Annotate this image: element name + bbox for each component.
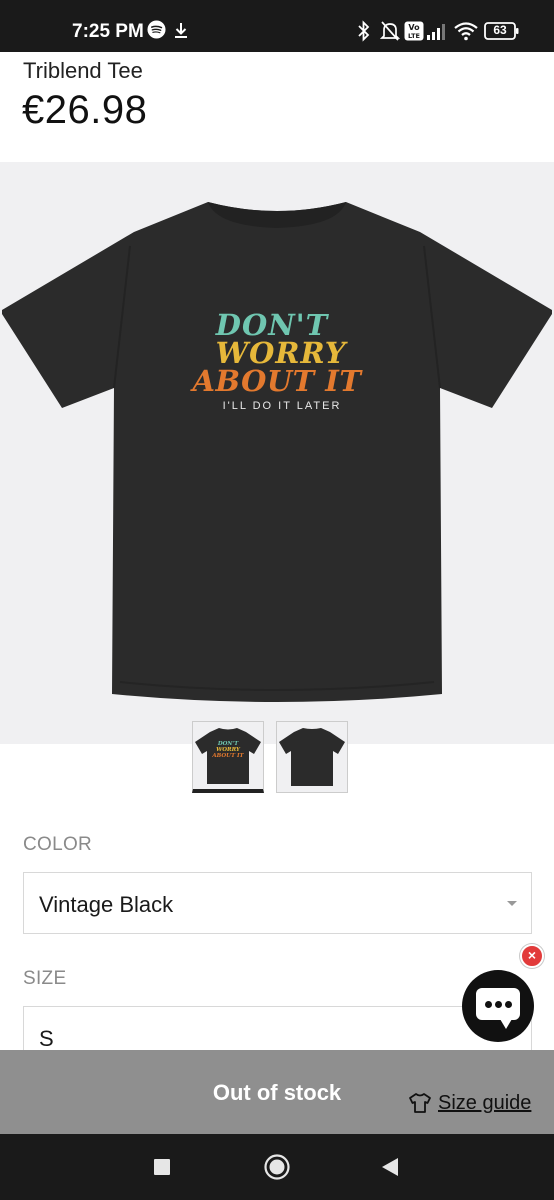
svg-text:Vo: Vo bbox=[408, 23, 420, 32]
print-line-3: ABOUT IT bbox=[192, 364, 362, 398]
color-select[interactable]: Vintage Black bbox=[23, 872, 532, 934]
thumb-print-3: ABOUT IT bbox=[212, 753, 244, 759]
size-select-value: S bbox=[39, 1026, 54, 1051]
signal-icon bbox=[427, 24, 445, 40]
tshirt-back-thumb-icon bbox=[279, 728, 345, 786]
volte-icon: Vo LTE bbox=[404, 21, 424, 41]
spotify-icon bbox=[147, 20, 166, 39]
thumbnail-front[interactable]: DON'T WORRY ABOUT IT bbox=[192, 721, 264, 793]
tshirt-icon bbox=[409, 1093, 431, 1113]
wifi-icon bbox=[454, 22, 478, 41]
color-label: COLOR bbox=[23, 834, 93, 855]
bluetooth-icon bbox=[358, 20, 370, 42]
out-of-stock-bar: Out of stock Size guide bbox=[0, 1050, 554, 1134]
download-icon bbox=[175, 23, 187, 38]
svg-text:LTE: LTE bbox=[408, 32, 420, 40]
chevron-down-icon bbox=[507, 901, 517, 906]
chat-button[interactable] bbox=[462, 970, 534, 1042]
size-guide-label: Size guide bbox=[438, 1091, 532, 1114]
chat-bubble-icon bbox=[476, 988, 520, 1029]
size-label: SIZE bbox=[23, 968, 67, 989]
thumbnail-back[interactable] bbox=[276, 721, 348, 793]
mute-bell-icon bbox=[380, 21, 400, 41]
color-select-value: Vintage Black bbox=[39, 892, 174, 917]
status-bar: 7:25 PM Vo LTE 63 bbox=[0, 0, 554, 52]
home-icon[interactable] bbox=[263, 1153, 291, 1181]
product-price: €26.98 bbox=[22, 88, 148, 132]
recents-icon[interactable] bbox=[154, 1159, 170, 1175]
chat-close-button[interactable]: × bbox=[520, 944, 544, 968]
navigation-bar bbox=[0, 1134, 554, 1200]
size-guide-link[interactable]: Size guide bbox=[408, 1090, 531, 1116]
status-time: 7:25 PM bbox=[72, 21, 144, 42]
print-tagline: I'LL DO IT LATER bbox=[222, 400, 342, 412]
product-image[interactable]: DON'T WORRY ABOUT IT I'LL DO IT LATER bbox=[0, 162, 554, 744]
product-title: Triblend Tee bbox=[23, 58, 143, 83]
battery-level: 63 bbox=[493, 23, 507, 37]
tshirt-front-image bbox=[2, 202, 552, 702]
back-icon[interactable] bbox=[381, 1157, 399, 1177]
